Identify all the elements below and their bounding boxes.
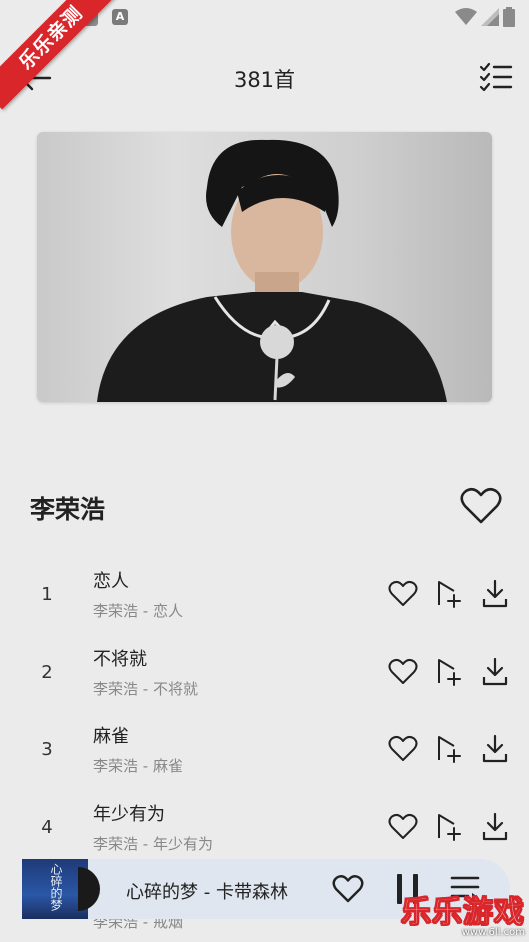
- add-to-queue-icon: [438, 813, 461, 841]
- favorite-artist-button[interactable]: [460, 487, 502, 525]
- download-icon: [482, 812, 508, 840]
- heart-outline-icon: [460, 487, 502, 524]
- signal-icon: [481, 8, 499, 26]
- heart-outline-icon: [388, 735, 418, 761]
- download-button[interactable]: [480, 734, 510, 764]
- add-to-queue-icon: [438, 581, 461, 608]
- song-title: 年少有为: [93, 803, 165, 825]
- song-index: 2: [41, 661, 53, 683]
- download-button[interactable]: [480, 812, 510, 842]
- watermark-brand: 乐乐游戏: [401, 895, 525, 931]
- watermark-logo: 乐乐游戏 www.6ll.com: [401, 887, 526, 939]
- checklist-icon: [479, 62, 513, 92]
- screen: A 乐乐亲测 381首 李荣浩 1 恋人 李荣浩 - 恋人 2 不将就 李荣浩 …: [0, 0, 529, 942]
- like-song-button[interactable]: [388, 812, 418, 842]
- wifi-icon: [455, 8, 477, 25]
- add-to-playlist-button[interactable]: [434, 812, 464, 842]
- watermark-ribbon-text: 乐乐亲测: [0, 0, 120, 110]
- song-row[interactable]: 1 恋人 李荣浩 - 恋人: [0, 555, 529, 633]
- like-song-button[interactable]: [388, 657, 418, 687]
- song-index: 1: [41, 584, 53, 605]
- now-playing-title[interactable]: 心碎的梦 - 卡带森林: [126, 878, 288, 904]
- song-list: 1 恋人 李荣浩 - 恋人 2 不将就 李荣浩 - 不将就 3 麻雀 李荣浩 -…: [0, 555, 529, 865]
- add-to-queue-icon: [438, 736, 461, 763]
- add-to-playlist-button[interactable]: [434, 734, 464, 764]
- add-to-playlist-button[interactable]: [434, 657, 464, 687]
- heart-outline-icon: [332, 875, 364, 903]
- vinyl-disc-icon: [78, 867, 100, 911]
- add-to-queue-icon: [438, 658, 461, 686]
- download-button[interactable]: [480, 579, 510, 609]
- download-icon: [482, 579, 508, 608]
- download-icon: [482, 657, 508, 685]
- song-subtitle: 李荣浩 - 年少有为: [93, 834, 213, 853]
- player-like-button[interactable]: [332, 874, 364, 904]
- song-index: 3: [41, 739, 53, 760]
- song-row[interactable]: 3 麻雀 李荣浩 - 麻雀: [0, 710, 529, 788]
- heart-outline-icon: [388, 813, 418, 839]
- add-to-playlist-button[interactable]: [434, 579, 464, 609]
- song-title: 麻雀: [93, 726, 129, 747]
- song-subtitle: 李荣浩 - 不将就: [93, 679, 198, 698]
- cover-art-text: 心碎的梦: [49, 863, 63, 911]
- heart-outline-icon: [388, 658, 418, 684]
- status-icons: [455, 7, 515, 27]
- song-row[interactable]: 2 不将就 李荣浩 - 不将就: [0, 633, 529, 711]
- artist-cover-image: [37, 132, 492, 402]
- song-index: 4: [41, 816, 53, 838]
- song-title: 不将就: [93, 648, 147, 670]
- like-song-button[interactable]: [388, 734, 418, 764]
- multi-select-button[interactable]: [479, 62, 513, 92]
- battery-icon: [503, 7, 515, 27]
- like-song-button[interactable]: [388, 579, 418, 609]
- song-title: 恋人: [93, 571, 129, 592]
- download-icon: [482, 734, 508, 763]
- song-row[interactable]: 4 年少有为 李荣浩 - 年少有为: [0, 788, 529, 866]
- artist-photo: [97, 139, 447, 402]
- watermark-ribbon: 乐乐亲测: [0, 0, 120, 120]
- song-subtitle: 李荣浩 - 恋人: [93, 602, 183, 620]
- song-subtitle: 李荣浩 - 麻雀: [93, 757, 183, 775]
- download-button[interactable]: [480, 657, 510, 687]
- artist-name: 李荣浩: [30, 495, 106, 524]
- heart-outline-icon: [388, 580, 418, 606]
